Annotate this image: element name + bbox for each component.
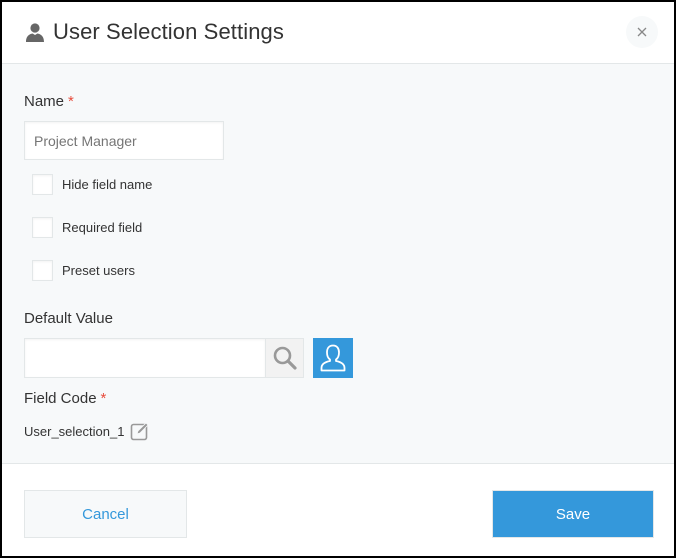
dialog-header: User Selection Settings [2,2,674,64]
required-field-checkbox[interactable] [32,217,53,238]
hide-field-name-checkbox-row[interactable]: Hide field name [32,174,152,195]
default-value-label: Default Value [24,310,113,327]
hide-field-name-checkbox[interactable] [32,174,53,195]
preset-users-checkbox-row[interactable]: Preset users [32,260,135,281]
search-icon [273,346,297,370]
field-code-row: User_selection_1 [24,421,150,441]
dialog-body: Name* Hide field name Required field Pre… [2,64,674,464]
user-icon [26,23,44,42]
name-input[interactable] [24,121,224,160]
search-button[interactable] [265,338,304,378]
required-mark: * [100,390,107,407]
cancel-button[interactable]: Cancel [24,490,187,538]
save-button[interactable]: Save [492,490,654,538]
dialog-title: User Selection Settings [53,19,284,44]
dialog-footer: Cancel Save [2,465,674,556]
name-label: Name * [24,93,74,110]
user-icon [320,344,346,372]
name-label-text: Name [24,93,65,110]
default-value-input[interactable] [24,338,265,378]
hide-field-name-label: Hide field name [62,177,153,192]
required-mark: * [68,93,74,110]
user-selection-settings-dialog: User Selection Settings Name* Hide field… [0,0,676,558]
field-code-label: Field Code * [24,390,106,407]
edit-icon[interactable] [130,421,150,441]
required-field-label: Required field [62,220,143,235]
close-icon [637,27,647,37]
field-code-value: User_selection_1 [24,423,125,439]
close-button[interactable] [626,16,658,48]
preset-users-checkbox[interactable] [32,260,53,281]
preset-users-label: Preset users [62,263,135,278]
field-code-label-text: Field Code [24,390,97,407]
user-picker-button[interactable] [313,338,353,378]
required-field-checkbox-row[interactable]: Required field [32,217,142,238]
